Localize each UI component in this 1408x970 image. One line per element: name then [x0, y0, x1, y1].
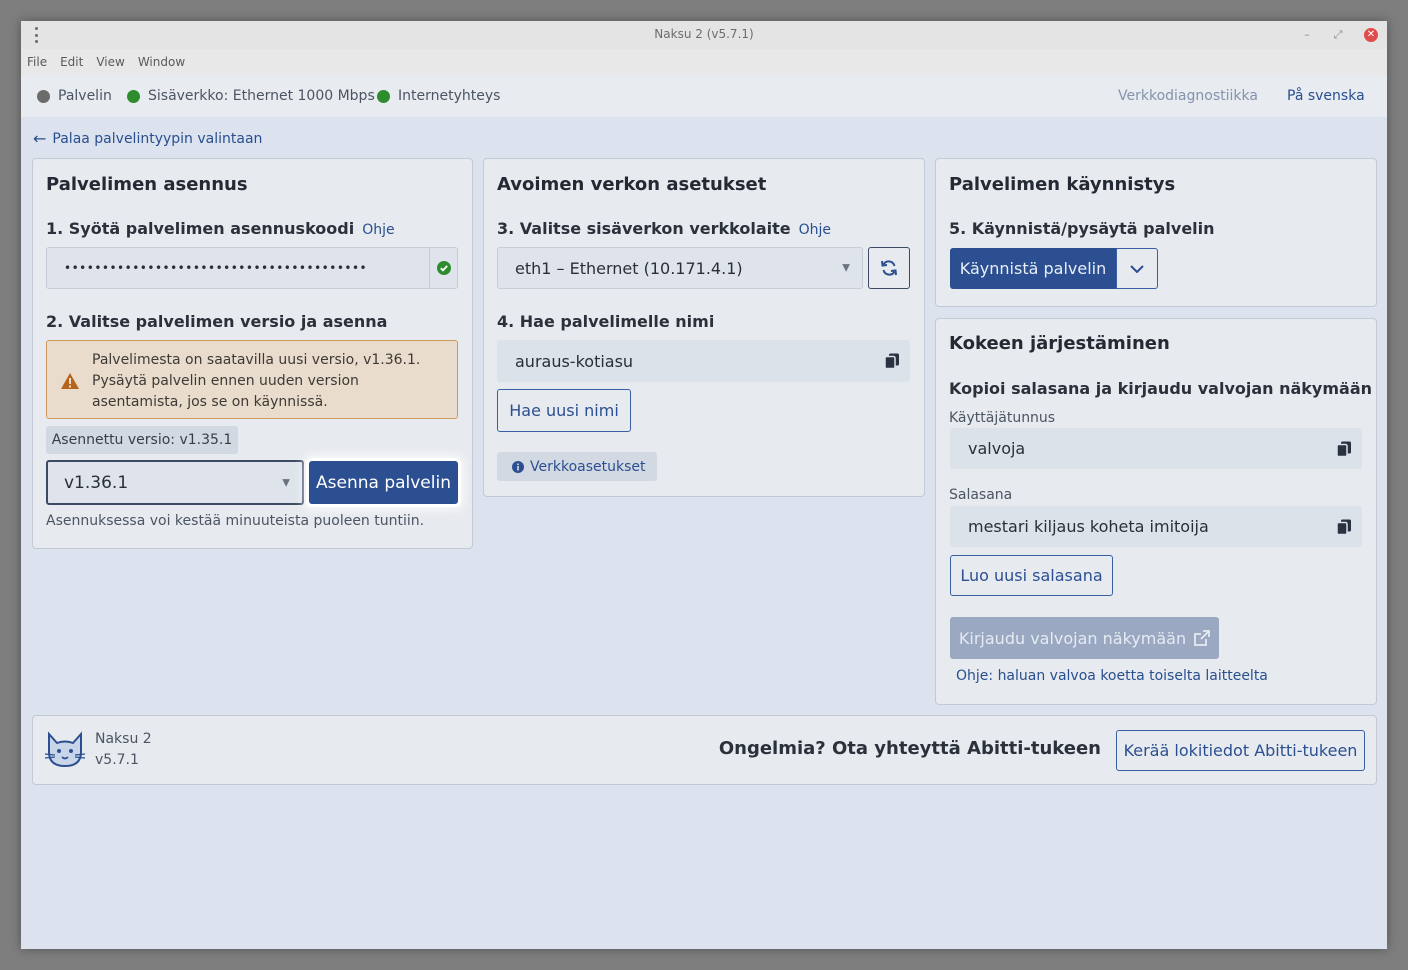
window-title: Naksu 2 (v5.7.1): [654, 27, 754, 41]
footer-version: v5.7.1: [95, 752, 139, 768]
menu-view[interactable]: View: [96, 55, 124, 69]
step1-help-link[interactable]: Ohje: [362, 222, 394, 238]
close-icon[interactable]: ✕: [1364, 28, 1378, 42]
lan-status-label: Sisäverkko: Ethernet 1000 Mbps: [148, 88, 375, 104]
supervisor-login-button[interactable]: Kirjaudu valvojan näkymään: [950, 617, 1219, 659]
menu-file[interactable]: File: [27, 55, 47, 69]
info-icon: [512, 460, 524, 473]
support-help-text: Ongelmia? Ota yhteyttä Abitti-tukeen: [718, 738, 1101, 759]
back-link-label: Palaa palvelintyypin valintaan: [52, 130, 263, 147]
password-label: Salasana: [949, 487, 1013, 503]
app-window: Naksu 2 (v5.7.1) – ⤢ ✕ File Edit View Wi…: [21, 21, 1387, 949]
server-status: Palvelin: [37, 88, 112, 104]
install-card: Palvelimen asennus 1. Syötä palvelimen a…: [32, 158, 473, 549]
internet-status-label: Internetyhteys: [398, 88, 501, 104]
menu-edit[interactable]: Edit: [60, 55, 83, 69]
copy-icon[interactable]: [1336, 440, 1352, 457]
network-settings-button[interactable]: Verkkoasetukset: [497, 452, 657, 481]
refresh-devices-button[interactable]: [868, 247, 910, 289]
version-select-value: v1.36.1: [64, 472, 129, 493]
footer-app-name: Naksu 2: [95, 731, 152, 747]
step3-label: 3. Valitse sisäverkon verkkolaite Ohje: [497, 219, 831, 238]
step5-label: 5. Käynnistä/pysäytä palvelin: [949, 219, 1215, 238]
supervisor-login-label: Kirjaudu valvojan näkymään: [958, 628, 1187, 648]
remote-supervision-help-link[interactable]: Ohje: haluan valvoa koetta toiselta lait…: [956, 668, 1268, 684]
install-code-field[interactable]: ••••••••••••••••••••••••••••••••••••••••: [46, 247, 458, 289]
network-device-select[interactable]: eth1 – Ethernet (10.171.4.1) ▼: [497, 247, 863, 289]
back-link[interactable]: ← Palaa palvelintyypin valintaan: [33, 129, 262, 148]
exam-card-title: Kokeen järjestäminen: [949, 333, 1170, 354]
step2-label: 2. Valitse palvelimen versio ja asenna: [46, 312, 388, 331]
exam-card: Kokeen järjestäminen Kopioi salasana ja …: [935, 318, 1377, 705]
exam-subtitle: Kopioi salasana ja kirjaudu valvojan näk…: [949, 379, 1373, 398]
install-code-value: ••••••••••••••••••••••••••••••••••••••••: [64, 261, 368, 275]
status-dot-green-icon: [127, 89, 140, 103]
step1-label-text: 1. Syötä palvelimen asennuskoodi: [46, 219, 355, 238]
start-server-button[interactable]: Käynnistä palvelin: [950, 248, 1116, 289]
status-dot-gray-icon: [37, 89, 50, 103]
check-circle-icon: [436, 261, 451, 275]
install-duration-hint: Asennuksessa voi kestää minuuteista puol…: [46, 513, 425, 529]
install-server-button[interactable]: Asenna palvelin: [309, 461, 458, 504]
warning-text: Palvelimesta on saatavilla uusi versio, …: [92, 352, 421, 410]
username-field: valvoja: [950, 428, 1362, 469]
collect-logs-button[interactable]: Kerää lokitiedot Abitti-tukeen: [1116, 730, 1365, 771]
copy-icon[interactable]: [1336, 518, 1352, 535]
network-settings-label: Verkkoasetukset: [530, 458, 646, 475]
network-card-title: Avoimen verkon asetukset: [497, 174, 767, 195]
new-password-button[interactable]: Luo uusi salasana: [950, 555, 1113, 596]
status-bar: Palvelin Sisäverkko: Ethernet 1000 Mbps …: [21, 75, 1387, 117]
step3-label-text: 3. Valitse sisäverkon verkkolaite: [497, 219, 791, 238]
refresh-icon: [881, 260, 897, 276]
start-card-title: Palvelimen käynnistys: [949, 174, 1176, 195]
maximize-icon[interactable]: ⤢: [1331, 28, 1345, 42]
lan-status: Sisäverkko: Ethernet 1000 Mbps: [127, 88, 375, 104]
fetch-new-name-button[interactable]: Hae uusi nimi: [497, 389, 631, 432]
network-card: Avoimen verkon asetukset 3. Valitse sisä…: [483, 158, 925, 497]
status-dot-green-icon: [377, 89, 390, 103]
chevron-down-icon: ▼: [282, 477, 290, 488]
external-link-icon: [1194, 630, 1210, 646]
version-select[interactable]: v1.36.1 ▼: [46, 460, 304, 505]
footer: Naksu 2 v5.7.1 Ongelmia? Ota yhteyttä Ab…: [32, 715, 1377, 785]
start-options-dropdown[interactable]: [1116, 248, 1158, 289]
copy-icon[interactable]: [884, 353, 900, 370]
internet-status: Internetyhteys: [377, 88, 500, 104]
menu-window[interactable]: Window: [138, 55, 185, 69]
swedish-language-link[interactable]: På svenska: [1287, 88, 1365, 104]
password-value: mestari kiljaus koheta imitoija: [968, 517, 1209, 536]
step3-help-link[interactable]: Ohje: [799, 222, 831, 238]
code-valid-indicator: [429, 248, 457, 288]
step1-label: 1. Syötä palvelimen asennuskoodi Ohje: [46, 219, 395, 238]
server-name-value: auraus-kotiasu: [515, 351, 634, 371]
server-name-field: auraus-kotiasu: [497, 340, 910, 382]
network-device-value: eth1 – Ethernet (10.171.4.1): [515, 258, 743, 278]
username-value: valvoja: [968, 439, 1026, 458]
chevron-down-icon: ▼: [842, 262, 850, 274]
network-diagnostics-link[interactable]: Verkkodiagnostiikka: [1118, 88, 1258, 104]
warning-icon: [61, 373, 79, 389]
username-label: Käyttäjätunnus: [949, 410, 1056, 426]
install-card-title: Palvelimen asennus: [46, 174, 248, 195]
password-field: mestari kiljaus koheta imitoija: [950, 506, 1362, 547]
installed-version-badge: Asennettu versio: v1.35.1: [46, 426, 238, 454]
update-warning: Palvelimesta on saatavilla uusi versio, …: [46, 340, 458, 419]
menu-bar: File Edit View Window: [21, 49, 1387, 75]
minimize-icon[interactable]: –: [1300, 28, 1314, 42]
server-status-label: Palvelin: [58, 88, 112, 104]
cat-logo-icon: [44, 731, 86, 768]
title-bar: Naksu 2 (v5.7.1) – ⤢ ✕: [21, 21, 1387, 49]
step4-label: 4. Hae palvelimelle nimi: [497, 312, 715, 331]
start-card: Palvelimen käynnistys 5. Käynnistä/pysäy…: [935, 158, 1377, 307]
chevron-down-icon: [1130, 264, 1144, 273]
arrow-left-icon: ←: [33, 129, 47, 148]
